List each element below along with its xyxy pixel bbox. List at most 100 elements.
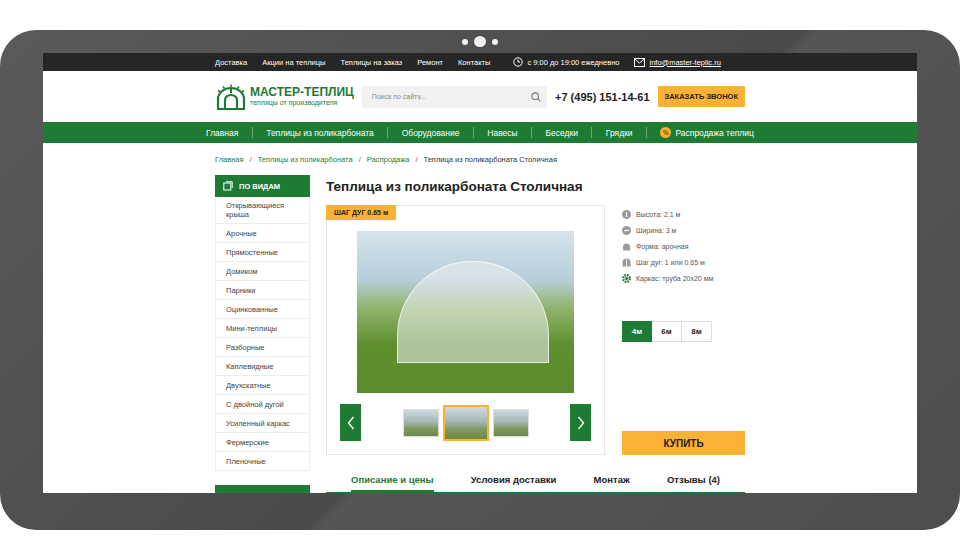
nav-item[interactable]: Навесы	[487, 128, 517, 138]
breadcrumb-item[interactable]: Теплицы из поликарбоната	[258, 155, 353, 164]
breadcrumb-separator: /	[359, 155, 361, 164]
spec-text: Шаг дуг: 1 или 0.65 м	[636, 259, 705, 266]
nav-label: Беседки	[545, 128, 578, 138]
width-icon	[622, 226, 631, 235]
phone-number[interactable]: +7 (495) 151-14-61	[555, 91, 649, 103]
nav-item[interactable]: Оборудование	[402, 128, 460, 138]
sidebar-item[interactable]: Парники	[215, 281, 310, 300]
product-content: Теплица из поликарбоната Столичная ШАГ ДУ…	[326, 175, 745, 493]
spec-row: Высота: 2.1 м	[622, 206, 745, 222]
height-icon	[622, 210, 631, 219]
sidebar-item[interactable]: Оцинкованные	[215, 300, 310, 319]
thumbnail[interactable]	[443, 405, 489, 441]
email-link[interactable]: info@master-teplic.ru	[649, 58, 720, 67]
spec-text: Ширина: 3 м	[636, 227, 676, 234]
callback-button[interactable]: ЗАКАЗАТЬ ЗВОНОК	[658, 86, 746, 107]
nav-item[interactable]: %Распродажа теплиц	[660, 127, 753, 138]
sidebar-item[interactable]: Пленочные	[215, 452, 310, 471]
spec-text: Высота: 2.1 м	[636, 211, 680, 218]
breadcrumb-item[interactable]: Распродажа	[367, 155, 410, 164]
nav-item[interactable]: Беседки	[545, 128, 578, 138]
sidebar-item[interactable]: Открывающиеся крыша	[215, 197, 310, 224]
breadcrumbs: Главная / Теплицы из поликарбоната / Распрод…	[43, 143, 917, 175]
spec-row: Каркас: труба 20x20 мм	[622, 270, 745, 286]
hours-text: с 9:00 до 19:00 ежедневно	[527, 58, 619, 67]
top-link[interactable]: Акции на теплицы	[262, 58, 325, 67]
top-bar: Доставка Акции на теплицы Теплицы на заказ…	[43, 53, 917, 71]
sidebar-item[interactable]: Прямостенные	[215, 243, 310, 262]
clock-icon	[513, 57, 523, 67]
page-body: {"topbar": {"links": ["Доставка", "Акции…	[0, 0, 960, 540]
size-option[interactable]: 8м	[682, 321, 712, 342]
top-link[interactable]: Ремонт	[417, 58, 443, 67]
gear-icon	[622, 274, 631, 283]
nav-label: Распродажа теплиц	[675, 128, 753, 138]
sidebar-item[interactable]: Арочные	[215, 224, 310, 243]
spec-text: Форма: арочная	[636, 243, 688, 250]
product-tab[interactable]: Условия доставки	[471, 469, 557, 492]
top-link[interactable]: Контакты	[458, 58, 490, 67]
main-nav: Главная Теплицы из поликарбоната Оборудова…	[43, 122, 917, 143]
nav-separator	[473, 127, 474, 138]
search-box	[362, 86, 547, 108]
product-tab[interactable]: Описание и цены	[351, 469, 434, 492]
sidebar-item[interactable]: Каплевидные	[215, 357, 310, 376]
camera-icon	[474, 36, 486, 47]
nav-label: Оборудование	[402, 128, 460, 138]
thumbnail[interactable]	[403, 409, 439, 437]
product-title: Теплица из поликарбоната Столичная	[326, 178, 745, 196]
arc-step-badge: ШАГ ДУГ 0.65 м	[326, 205, 396, 220]
search-input[interactable]	[372, 93, 531, 100]
chevron-left-icon	[347, 416, 355, 430]
sidebar-item[interactable]: Разборные	[215, 338, 310, 357]
sidebar-item[interactable]: Фермерские	[215, 433, 310, 452]
size-selector: 4м6м8м	[622, 321, 745, 342]
sidebar-item[interactable]: Двухскатные	[215, 376, 310, 395]
spec-list: Высота: 2.1 м Ширина: 3 м Форма: арочная Ша…	[622, 205, 745, 286]
sidebar-header-second	[215, 485, 310, 493]
nav-label: Главная	[206, 128, 238, 138]
nav-item[interactable]: Главная	[206, 128, 238, 138]
search-icon	[531, 92, 541, 102]
site-logo[interactable]: МАСТЕР-ТЕПЛИЦтеплицы от производителя	[215, 84, 354, 110]
product-gallery: ШАГ ДУГ 0.65 м	[326, 205, 605, 455]
camera-bar	[462, 30, 498, 53]
mail-icon	[634, 58, 645, 67]
next-button[interactable]	[570, 404, 591, 441]
tablet-frame: Доставка Акции на теплицы Теплицы на заказ…	[0, 30, 960, 530]
sidebar-header: ПО ВИДАМ	[215, 175, 310, 197]
product-photo[interactable]	[357, 231, 574, 393]
greenhouse-shape	[397, 261, 549, 363]
sidebar-item[interactable]: С двойной дугой	[215, 395, 310, 414]
breadcrumbs-inner: Главная / Теплицы из поликарбоната / Распрод…	[215, 143, 745, 175]
greenhouse-logo-icon	[215, 84, 247, 110]
screen: Доставка Акции на теплицы Теплицы на заказ…	[43, 53, 917, 493]
nav-separator	[646, 127, 647, 138]
prev-button[interactable]	[340, 404, 361, 441]
sidebar-item[interactable]: Усиленный каркас	[215, 414, 310, 433]
shape-icon	[622, 242, 631, 251]
buy-button[interactable]: КУПИТЬ	[622, 431, 745, 455]
product-tab[interactable]: Монтаж	[594, 469, 630, 492]
nav-item[interactable]: Грядки	[606, 128, 633, 138]
breadcrumb-separator: /	[415, 155, 417, 164]
top-bar-inner: Доставка Акции на теплицы Теплицы на заказ…	[215, 53, 745, 71]
nav-item[interactable]: Теплицы из поликарбоната	[266, 128, 374, 138]
page: Доставка Акции на теплицы Теплицы на заказ…	[0, 0, 960, 540]
breadcrumb-item[interactable]: Главная	[215, 155, 244, 164]
thumbnail[interactable]	[493, 409, 529, 437]
sidebar-item[interactable]: Домиком	[215, 262, 310, 281]
logo-text: МАСТЕР-ТЕПЛИЦтеплицы от производителя	[250, 86, 354, 108]
top-link[interactable]: Доставка	[215, 58, 247, 67]
sidebar-item[interactable]: Мини-теплицы	[215, 319, 310, 338]
size-option[interactable]: 4м	[622, 321, 652, 342]
product-tab[interactable]: Отзывы (4)	[667, 469, 720, 492]
chevron-right-icon	[577, 416, 585, 430]
top-link[interactable]: Теплицы на заказ	[341, 58, 403, 67]
spec-row: Ширина: 3 м	[622, 222, 745, 238]
main-area: ПО ВИДАМОткрывающиеся крышаАрочныеПрямос…	[43, 175, 917, 493]
nav-separator	[387, 127, 388, 138]
email-contact: info@master-teplic.ru	[634, 58, 720, 67]
logo-title: МАСТЕР-ТЕПЛИЦ	[250, 86, 354, 99]
size-option[interactable]: 6м	[652, 321, 682, 342]
